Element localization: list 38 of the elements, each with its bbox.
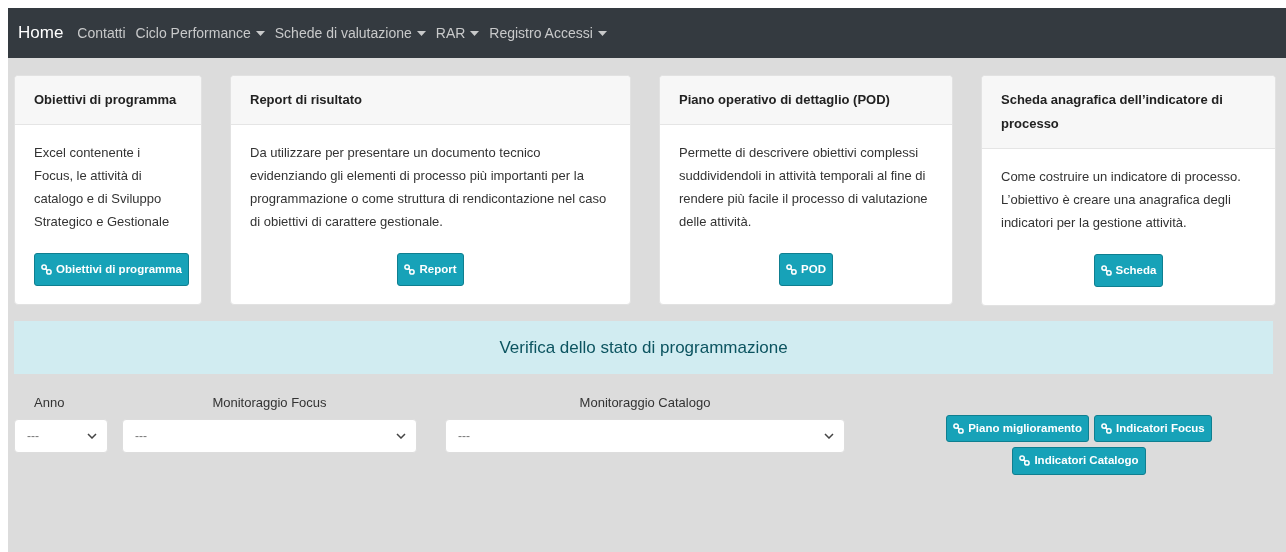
link-icon	[41, 264, 52, 275]
select-field[interactable]: ---	[122, 418, 417, 453]
brand-link[interactable]: Home	[18, 20, 64, 46]
chevron-icon	[396, 432, 406, 439]
card-text: Permette di descrivere obiettivi complessi suddividendoli in attività temporali al fine di rendere più facile il processo di valutazione delle attività.	[679, 144, 929, 231]
card-title: Piano operativo di dettaglio (POD)	[660, 76, 952, 125]
card-title: Scheda anagrafica dell’indicatore di processo	[982, 76, 1275, 149]
link-button[interactable]: Obiettivi di programma	[34, 253, 189, 286]
select-field[interactable]: ---	[14, 418, 108, 453]
nav-link[interactable]: Ciclo Performance	[135, 22, 265, 44]
nav-link[interactable]: Schede di valutazione	[274, 22, 426, 44]
field-label: Anno	[33, 394, 66, 412]
link-icon	[953, 423, 965, 435]
card-title: Report di risultato	[231, 76, 630, 125]
link-button[interactable]: Scheda	[1093, 254, 1164, 287]
card-text: Come costruire un indicatore di processo. L’obiettivo è creare una anagrafica degli indicatori per la gestione attività.	[1001, 168, 1242, 232]
field-label: Monitoraggio Focus	[212, 394, 327, 412]
link-icon	[786, 264, 798, 275]
chevron-icon	[87, 432, 97, 439]
link-button[interactable]: Piano miglioramento	[946, 415, 1089, 443]
link-icon	[1100, 265, 1112, 276]
link-icon	[404, 264, 416, 275]
chevron-icon	[824, 432, 834, 439]
section-banner: Verifica dello stato di programmazione	[14, 321, 1273, 374]
nav-link[interactable]: Contatti	[77, 22, 126, 44]
link-button[interactable]: Report	[397, 253, 464, 286]
link-button[interactable]: POD	[779, 253, 833, 286]
link-icon	[1019, 455, 1031, 467]
field-label: Monitoraggio Catalogo	[579, 394, 711, 412]
card-title: Obiettivi di programma	[15, 76, 201, 125]
link-icon	[1100, 423, 1112, 435]
card-text: Excel contenente i Focus, le attività di catalogo e di Sviluppo Strategico e Gestionale	[34, 144, 171, 231]
link-button[interactable]: Indicatori Focus	[1093, 415, 1212, 443]
link-button[interactable]: Indicatori Catalogo	[1012, 447, 1146, 475]
nav-link[interactable]: RAR	[435, 22, 480, 44]
select-field[interactable]: ---	[445, 418, 845, 453]
nav-link[interactable]: Registro Accessi	[489, 22, 607, 44]
card-text: Da utilizzare per presentare un documento tecnico evidenziando gli elementi di processo più importanti per la programmazione o come struttura di rendicontazione nel caso di obiettivi di carattere gestionale.	[250, 144, 608, 231]
